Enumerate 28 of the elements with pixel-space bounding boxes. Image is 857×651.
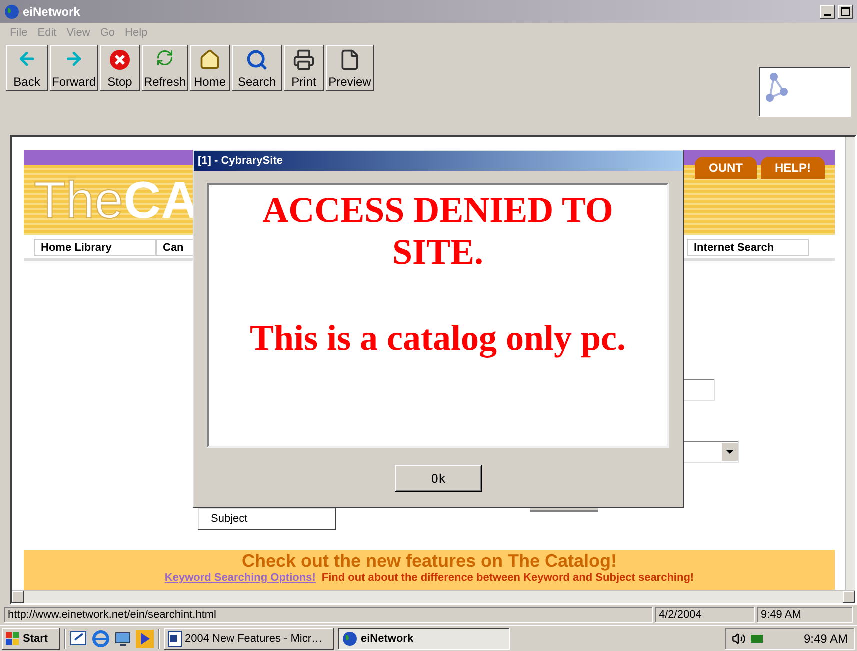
dialog-title: [1] - CybrarySite: [198, 155, 283, 167]
site-logo: TheCA: [34, 175, 199, 227]
toolbar-button[interactable]: Home: [190, 45, 230, 92]
promo-heading: Check out the new features on The Catalog!: [242, 550, 618, 572]
banner-tab[interactable]: HELP!: [761, 157, 825, 179]
taskbar-button[interactable]: eiNetwork: [338, 628, 510, 650]
promo-text: Find out about the difference between Keyword and Subject searching!: [322, 572, 694, 584]
taskbar-button[interactable]: 2004 New Features - Micr…: [164, 628, 334, 650]
status-time: 9:49 AM: [757, 607, 853, 623]
toolbar-button[interactable]: Print: [284, 45, 324, 92]
subject-field[interactable]: Subject: [198, 508, 336, 530]
toolbar-button[interactable]: Search: [232, 45, 282, 92]
banner-tab[interactable]: OUNT: [695, 157, 757, 179]
message-text: This is a catalog only pc.: [248, 317, 628, 359]
clock: 9:49 AM: [804, 632, 848, 646]
toolbar-button[interactable]: Forward: [50, 45, 98, 92]
message-text: ACCESS DENIED TO SITE.: [262, 189, 614, 273]
toolbar-button[interactable]: Refresh: [142, 45, 188, 92]
nav-link[interactable]: Home Library: [34, 239, 156, 256]
toolbar-button[interactable]: Back: [6, 45, 48, 92]
toolbar-button[interactable]: Stop: [100, 45, 140, 92]
window-title: eiNetwork: [23, 4, 82, 19]
toolbar-button[interactable]: Preview: [326, 45, 374, 92]
ok-button[interactable]: Ok: [395, 465, 482, 492]
status-date: 4/2/2004: [655, 607, 755, 623]
status-url: http://www.einetwork.net/ein/searchint.html: [4, 607, 653, 623]
start-button[interactable]: Start: [2, 628, 60, 650]
nav-link[interactable]: Internet Search: [687, 239, 809, 256]
